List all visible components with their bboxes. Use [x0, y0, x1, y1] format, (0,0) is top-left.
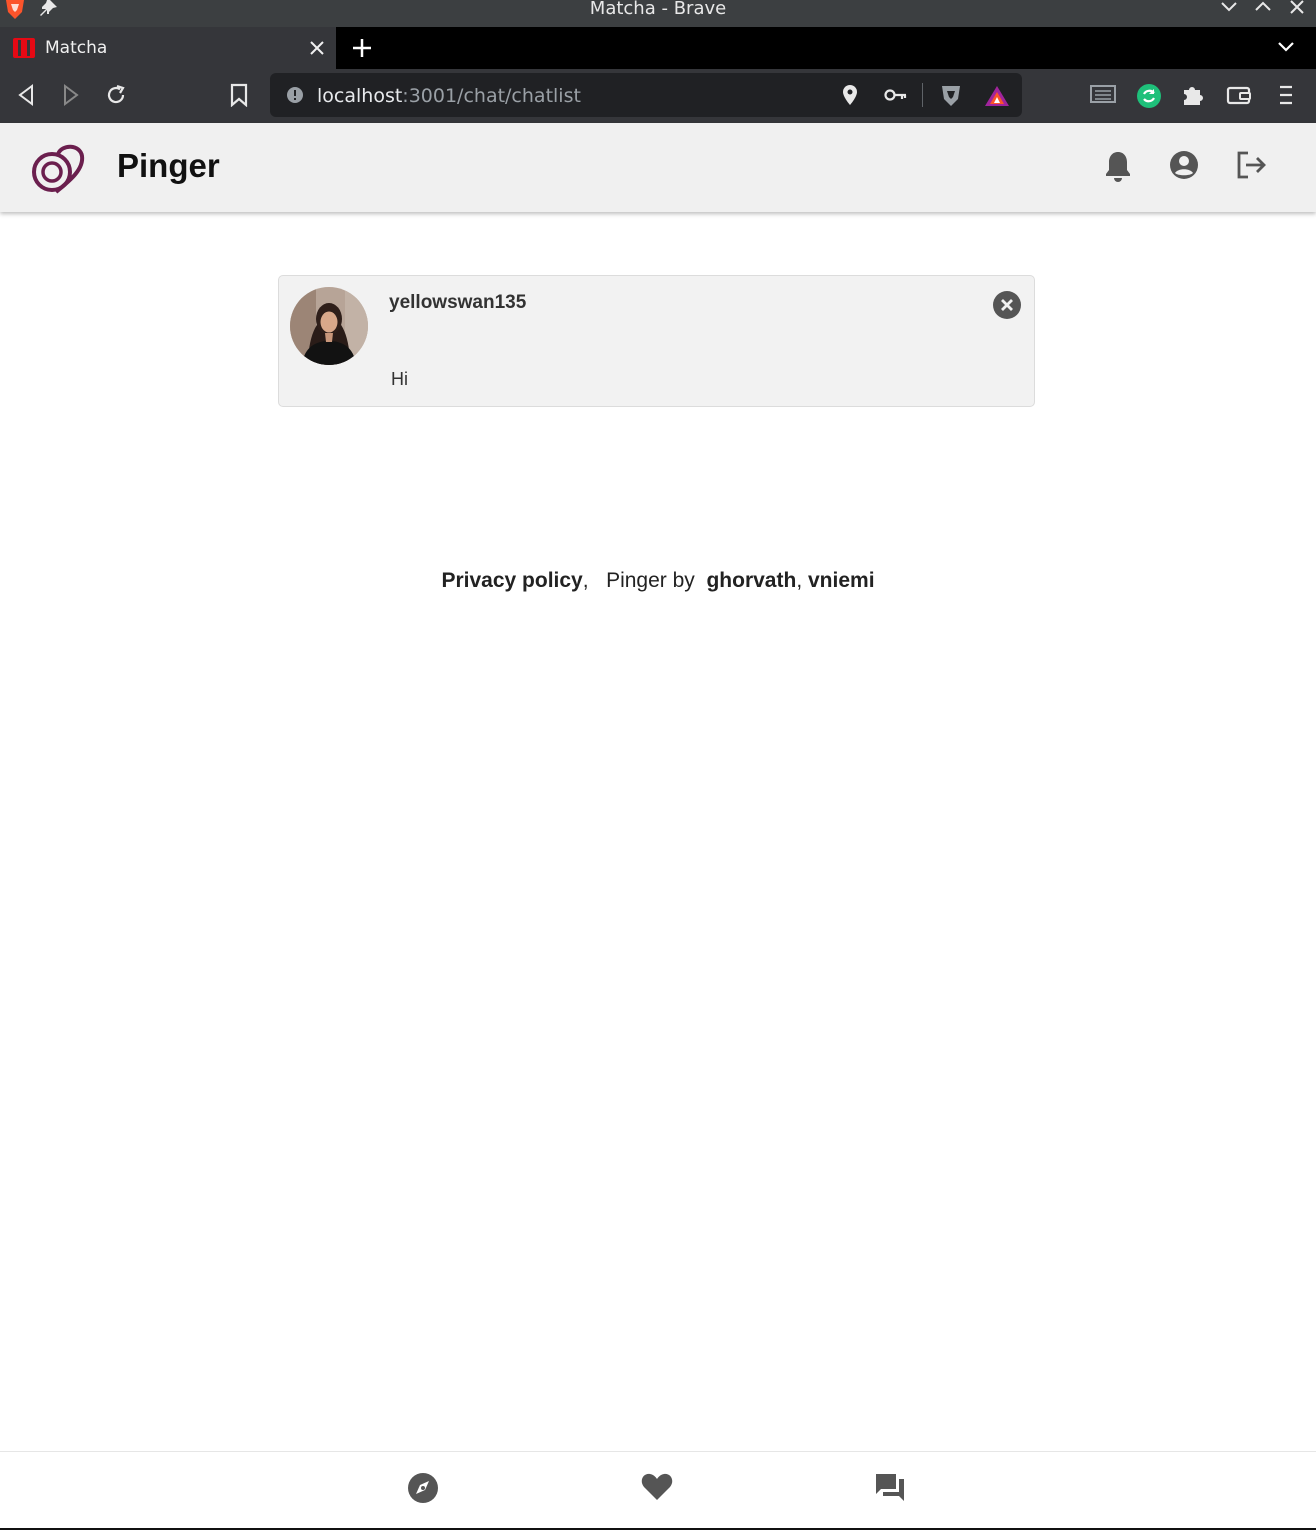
footer-separator: ,	[582, 569, 589, 592]
address-bar[interactable]: localhost:3001/chat/chatlist	[270, 73, 1022, 117]
chat-username[interactable]: yellowswan135	[389, 292, 526, 314]
forward-icon[interactable]	[60, 83, 82, 112]
location-icon[interactable]	[842, 84, 858, 111]
reload-icon[interactable]	[104, 83, 128, 112]
site-info-icon[interactable]	[286, 86, 304, 109]
window-titlebar: Matcha - Brave	[0, 0, 1316, 27]
privacy-policy-link[interactable]: Privacy policy	[441, 569, 582, 592]
extensions-puzzle-icon[interactable]	[1181, 83, 1205, 112]
menu-icon[interactable]	[1278, 83, 1294, 112]
account-circle-icon[interactable]	[1169, 150, 1199, 185]
avatar[interactable]	[290, 287, 368, 365]
tab-matcha[interactable]: Matcha	[0, 27, 336, 69]
close-window-icon[interactable]	[1289, 0, 1305, 19]
chat-last-message: Hi	[391, 369, 408, 389]
bottom-nav	[0, 1451, 1316, 1530]
author-link-ghorvath[interactable]: ghorvath	[706, 569, 796, 592]
back-icon[interactable]	[16, 83, 38, 112]
app-header: Pinger	[0, 123, 1316, 212]
key-icon[interactable]	[884, 84, 908, 111]
omnibox-separator	[922, 83, 923, 107]
sync-extension-icon[interactable]	[1136, 83, 1162, 114]
browser-toolbar: localhost:3001/chat/chatlist	[0, 69, 1316, 123]
page-footer: Privacy policy, Pinger by ghorvath, vnie…	[0, 569, 1316, 593]
minimize-icon[interactable]	[1220, 0, 1238, 19]
brave-rewards-icon[interactable]	[984, 84, 1010, 113]
url-text[interactable]: localhost:3001/chat/chatlist	[317, 85, 581, 107]
bell-icon[interactable]	[1104, 150, 1132, 187]
brave-shields-icon[interactable]	[940, 84, 962, 113]
wallet-icon[interactable]	[1226, 83, 1252, 112]
tab-close-icon[interactable]	[308, 39, 326, 62]
window-title: Matcha - Brave	[589, 0, 727, 19]
footer-credit: Pinger by	[606, 569, 695, 592]
footer-author-separator: ,	[796, 569, 803, 592]
compass-icon[interactable]	[407, 1472, 439, 1509]
matcha-favicon-icon	[13, 38, 35, 58]
remove-chat-close-icon[interactable]	[992, 290, 1022, 325]
bookmark-icon[interactable]	[229, 83, 249, 112]
author-link-vniemi[interactable]: vniemi	[808, 569, 875, 592]
new-tab-icon[interactable]	[351, 37, 373, 64]
heart-icon[interactable]	[641, 1472, 673, 1507]
logout-icon[interactable]	[1236, 150, 1268, 185]
pinger-logo-icon[interactable]	[28, 140, 86, 201]
maximize-icon[interactable]	[1254, 0, 1272, 19]
reader-mode-icon[interactable]	[1090, 83, 1116, 110]
chat-list-item[interactable]: yellowswan135 Hi	[278, 275, 1035, 407]
chat-icon[interactable]	[874, 1472, 906, 1507]
tab-list-chevron-icon[interactable]	[1276, 39, 1296, 60]
tab-title: Matcha	[45, 38, 108, 58]
app-name[interactable]: Pinger	[117, 147, 220, 185]
tab-strip: Matcha	[0, 27, 1316, 69]
